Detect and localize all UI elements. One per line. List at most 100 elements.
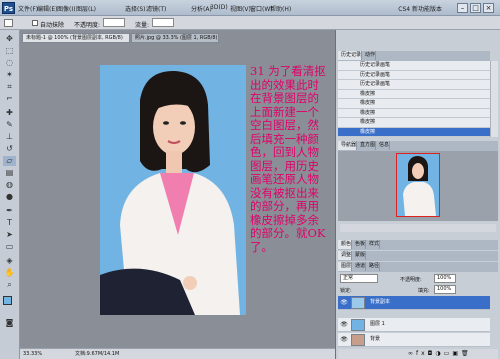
history-brush-tool-icon[interactable]: ↺ — [3, 144, 16, 154]
photoshop-logo: Ps — [2, 2, 15, 14]
gradient-tool-icon[interactable]: ▤ — [3, 168, 16, 178]
menu-help[interactable]: 帮助(H) — [270, 4, 291, 13]
blur-tool-icon[interactable]: ◍ — [3, 180, 16, 190]
tab-history[interactable]: 历史记录 — [338, 51, 363, 60]
tab-styles[interactable]: 样式 — [366, 240, 381, 249]
tab-paths[interactable]: 路径 — [366, 262, 381, 271]
history-row[interactable]: 历史记录画笔 — [338, 80, 490, 90]
eye-icon[interactable]: 👁 — [340, 297, 348, 309]
tab-adjustments[interactable]: 调整 — [338, 251, 353, 260]
link-layers-icon[interactable]: ∞ — [408, 350, 416, 357]
path-select-tool-icon[interactable]: ➤ — [3, 230, 16, 240]
type-tool-icon[interactable]: T — [3, 218, 16, 228]
navigator-thumbnail — [403, 156, 436, 216]
layer-name[interactable]: 背景 — [370, 333, 380, 346]
auto-erase-checkbox[interactable] — [32, 20, 38, 26]
maximize-icon[interactable]: □ — [470, 3, 481, 13]
foreground-color-swatch[interactable] — [3, 296, 12, 305]
flow-label: 流量: — [135, 22, 150, 29]
history-scrollbar[interactable] — [490, 61, 498, 137]
layer-name[interactable]: 图层 1 — [370, 318, 385, 331]
history-row[interactable]: 橡皮擦 — [338, 89, 490, 99]
tab-info[interactable]: 信息 — [376, 141, 391, 150]
history-row[interactable]: 历史记录画笔 — [338, 70, 490, 80]
zoom-level[interactable]: 33.33% — [23, 349, 42, 359]
layer-row-selected[interactable]: 👁 背景副本 — [338, 296, 490, 310]
menu-file[interactable]: 文件(F) — [18, 4, 38, 13]
zoom-tool-icon[interactable]: ⌕ — [3, 280, 16, 290]
workspace-switcher[interactable]: CS4 新功能版本 — [398, 4, 442, 13]
eraser-tool-icon[interactable]: ▱ — [3, 156, 16, 166]
menu-view[interactable]: 视图(V) — [230, 4, 251, 13]
menu-image[interactable]: 图像(I) — [57, 4, 75, 13]
adjustment-layer-icon[interactable]: ◑ — [435, 350, 443, 357]
3d-rotate-tool-icon[interactable]: ◈ — [3, 256, 16, 266]
tab-swatches[interactable]: 色板 — [352, 240, 367, 249]
navigator-zoom-slider[interactable] — [340, 224, 496, 232]
menu-edit[interactable]: 编辑(E) — [37, 4, 57, 13]
tab-histogram[interactable]: 直方图 — [357, 141, 377, 150]
status-bar: 33.33% 文档:9.67M/14.1M — [20, 348, 335, 359]
magic-wand-tool-icon[interactable]: ✶ — [3, 70, 16, 80]
tab-layers[interactable]: 图层 — [338, 262, 353, 271]
fill-input[interactable]: 100% — [434, 285, 456, 294]
minimize-icon[interactable]: – — [457, 3, 468, 13]
woman-photo — [100, 70, 240, 315]
menu-3d[interactable]: 3D(D) — [210, 4, 228, 11]
document-info: 文档:9.67M/14.1M — [75, 351, 120, 357]
layer-style-icon[interactable]: fx — [416, 350, 428, 357]
close-icon[interactable]: × — [483, 3, 494, 13]
dodge-tool-icon[interactable]: ● — [3, 192, 16, 202]
brush-tool-icon[interactable]: ✎ — [3, 120, 16, 130]
clone-stamp-tool-icon[interactable]: ⊥ — [3, 132, 16, 142]
history-panel-tabs: 历史记录 动作 — [338, 51, 490, 61]
menu-select[interactable]: 选择(S) — [125, 4, 146, 13]
adjustments-panel-tabs: 调整 蒙版 — [338, 251, 498, 261]
fill-label: 填充: — [418, 288, 430, 294]
trash-icon[interactable]: 🗑 — [461, 350, 472, 357]
color-panel-tabs: 颜色 色板 样式 — [338, 240, 498, 250]
history-row[interactable]: 橡皮擦 — [338, 108, 490, 118]
opacity-input[interactable] — [103, 18, 125, 27]
history-row-selected[interactable]: 橡皮擦 — [338, 127, 490, 137]
lock-label: 锁定: — [340, 288, 352, 294]
new-layer-icon[interactable]: ▣ — [452, 350, 461, 357]
tab-color[interactable]: 颜色 — [338, 240, 353, 249]
eye-icon[interactable]: 👁 — [340, 319, 348, 331]
blend-mode-select[interactable]: 正常 — [340, 274, 378, 283]
lasso-tool-icon[interactable]: ◌ — [3, 58, 16, 68]
hand-tool-icon[interactable]: ✋ — [3, 268, 16, 278]
marquee-tool-icon[interactable]: ⬚ — [3, 46, 16, 56]
quick-mask-icon[interactable]: ◙ — [3, 318, 16, 328]
navigator-panel-tabs: 导航器 直方图 信息 — [338, 141, 498, 151]
image-canvas[interactable] — [100, 65, 246, 315]
healing-brush-tool-icon[interactable]: ✚ — [3, 108, 16, 118]
move-tool-icon[interactable]: ✥ — [3, 34, 16, 44]
pen-tool-icon[interactable]: ✒ — [3, 206, 16, 216]
history-row[interactable]: 橡皮擦 — [338, 99, 490, 109]
tab-actions[interactable]: 动作 — [362, 51, 377, 60]
options-bar: 自动抹除 不透明度: 流量: — [0, 16, 500, 30]
crop-tool-icon[interactable]: ⌗ — [3, 82, 16, 92]
layers-panel-footer: ∞fx◘◑▭▣🗑 — [338, 349, 498, 359]
navigator-view-box[interactable] — [396, 153, 440, 217]
shape-tool-icon[interactable]: ▭ — [3, 242, 16, 252]
tab-masks[interactable]: 蒙版 — [352, 251, 367, 260]
layer-name[interactable]: 背景副本 — [370, 296, 390, 309]
menu-filter[interactable]: 滤镜(T) — [146, 4, 166, 13]
document-tab[interactable]: 照片.jpg @ 33.3% (图层 1, RGB/8) — [131, 33, 219, 43]
history-row[interactable]: 历史记录画笔 — [338, 61, 490, 71]
flow-input[interactable] — [152, 18, 174, 27]
document-tab-active[interactable]: 未标题-1 @ 100% (背景图层副本, RGB/8) — [22, 33, 130, 43]
history-row[interactable]: 橡皮擦 — [338, 118, 490, 128]
tab-navigator[interactable]: 导航器 — [338, 141, 358, 150]
menu-analysis[interactable]: 分析(A) — [191, 4, 212, 13]
layer-opacity-input[interactable]: 100% — [434, 274, 456, 283]
menu-layer[interactable]: 图层(L) — [76, 4, 96, 13]
eye-icon[interactable]: 👁 — [340, 334, 348, 346]
eyedropper-tool-icon[interactable]: ⌐ — [3, 94, 16, 104]
layer-row[interactable]: 👁 图层 1 — [338, 318, 490, 332]
eraser-preset-icon[interactable] — [4, 19, 13, 27]
tab-channels[interactable]: 通道 — [352, 262, 367, 271]
layer-row[interactable]: 👁 背景 — [338, 333, 490, 347]
